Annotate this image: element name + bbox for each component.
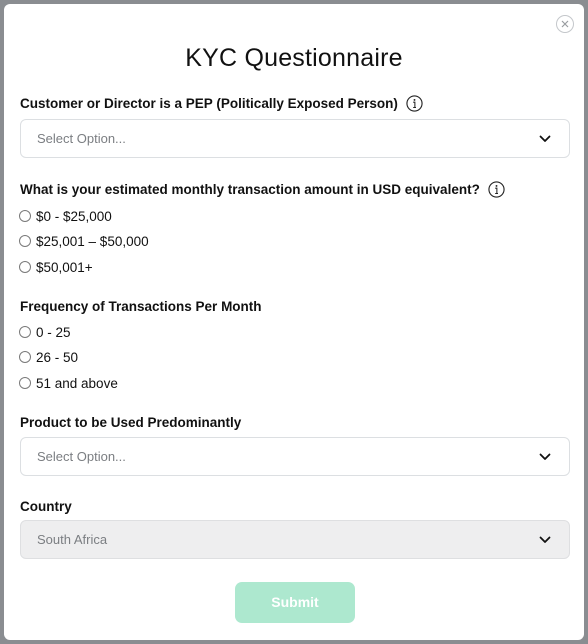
country-select-value: South Africa (37, 532, 108, 547)
country-select[interactable]: South Africa (20, 520, 570, 559)
radio-button[interactable] (19, 261, 31, 273)
frequency-option[interactable]: 51 and above (19, 374, 118, 392)
close-icon (561, 20, 569, 28)
monthly-amount-label-row: What is your estimated monthly transacti… (20, 181, 505, 199)
chevron-down-icon (539, 536, 551, 543)
radio-label: $50,001+ (36, 259, 93, 275)
product-label: Product to be Used Predominantly (20, 415, 242, 430)
frequency-option[interactable]: 0 - 25 (19, 323, 71, 341)
radio-label: 26 - 50 (36, 349, 79, 365)
monthly-amount-label: What is your estimated monthly transacti… (20, 182, 480, 198)
radio-label: 0 - 25 (36, 324, 71, 340)
radio-label: 51 and above (36, 375, 118, 391)
radio-button[interactable] (19, 235, 31, 247)
radio-label: $0 - $25,000 (36, 208, 112, 224)
info-icon[interactable] (488, 181, 505, 198)
submit-button[interactable]: Submit (235, 582, 355, 623)
product-select-placeholder: Select Option... (37, 449, 126, 464)
chevron-down-icon (539, 453, 551, 460)
radio-label: $25,001 – $50,000 (36, 233, 149, 249)
frequency-option[interactable]: 26 - 50 (19, 348, 78, 366)
pep-label-row: Customer or Director is a PEP (Political… (20, 95, 423, 113)
monthly-amount-option[interactable]: $25,001 – $50,000 (19, 232, 149, 250)
monthly-amount-option[interactable]: $0 - $25,000 (19, 207, 112, 225)
kyc-modal: KYC Questionnaire Customer or Director i… (4, 4, 584, 640)
pep-label: Customer or Director is a PEP (Political… (20, 96, 398, 112)
radio-button[interactable] (19, 326, 31, 338)
country-label: Country (20, 499, 72, 514)
close-button[interactable] (556, 15, 574, 33)
info-icon[interactable] (406, 95, 423, 112)
pep-select-placeholder: Select Option... (37, 131, 126, 146)
modal-title: KYC Questionnaire (185, 44, 403, 72)
chevron-down-icon (539, 135, 551, 142)
radio-button[interactable] (19, 377, 31, 389)
monthly-amount-option[interactable]: $50,001+ (19, 258, 93, 276)
frequency-label: Frequency of Transactions Per Month (20, 299, 262, 314)
product-select[interactable]: Select Option... (20, 437, 570, 476)
pep-select[interactable]: Select Option... (20, 119, 570, 158)
radio-button[interactable] (19, 210, 31, 222)
radio-button[interactable] (19, 351, 31, 363)
